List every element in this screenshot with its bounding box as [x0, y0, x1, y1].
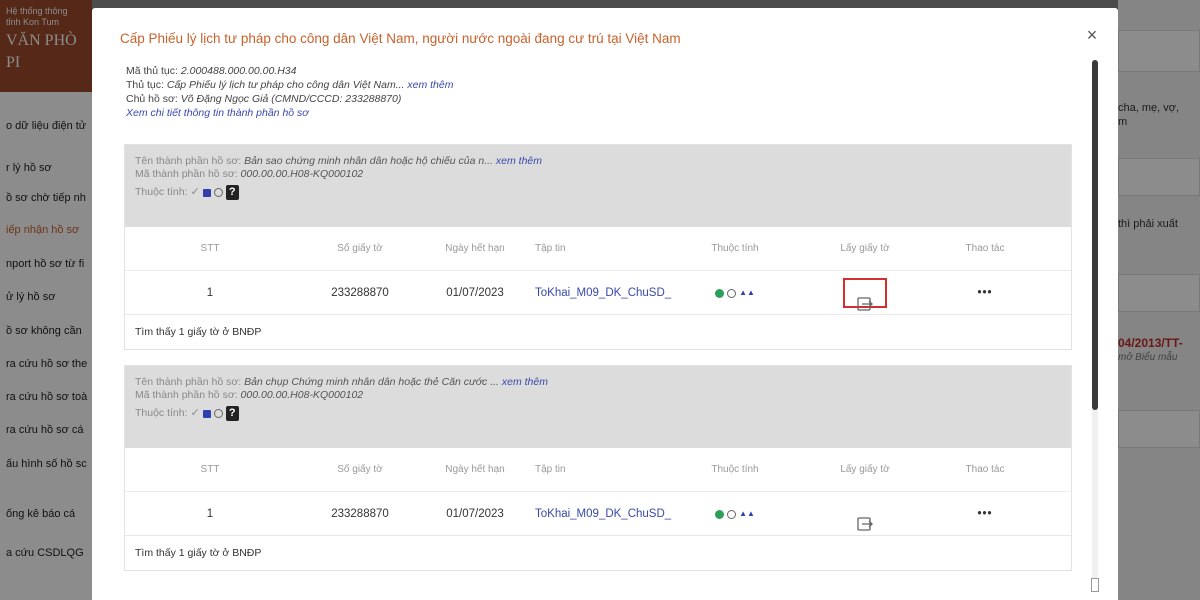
col-doc-number: Số giấy tờ	[337, 243, 383, 254]
cell-expiry: 01/07/2023	[446, 287, 504, 299]
people-icon: ▲▲	[739, 509, 755, 518]
cell-attrs: ▲▲	[685, 271, 785, 315]
people-icon: ▲▲	[739, 288, 755, 297]
close-icon[interactable]: ×	[1082, 25, 1102, 45]
scrollbar-thumb[interactable]	[1092, 60, 1098, 410]
col-actions: Thao tác	[965, 464, 1005, 475]
cell-attrs: ▲▲	[685, 492, 785, 536]
verified-icon	[715, 288, 725, 298]
calendar-icon	[202, 409, 211, 418]
component-name-label: Tên thành phần hồ sơ:	[135, 155, 242, 167]
component-modal: Cấp Phiếu lý lịch tư pháp cho công dân V…	[92, 8, 1118, 600]
col-stt: STT	[200, 464, 220, 475]
cell-get-doc	[815, 492, 915, 536]
export-icon	[857, 517, 873, 531]
component-attrs-label: Thuộc tính:	[135, 407, 188, 419]
get-document-button[interactable]	[856, 506, 874, 531]
col-stt: STT	[200, 243, 220, 254]
component-code-label: Mã thành phần hồ sơ:	[135, 168, 238, 180]
help-icon[interactable]: ?	[225, 406, 239, 421]
cell-doc-number: 233288870	[331, 287, 389, 299]
component-card: Tên thành phần hồ sơ: Bản sao chứng minh…	[124, 144, 1072, 350]
found-summary: Tìm thấy 1 giấy tờ ở BNĐP	[135, 326, 262, 338]
component-code-value: 000.00.00.H08-KQ000102	[240, 168, 364, 180]
scrollbar-bottom-button[interactable]	[1091, 578, 1099, 592]
globe-icon	[213, 188, 223, 197]
owner-value: Võ Đặng Ngọc Giả (CMND/CCCD: 233288870)	[180, 93, 402, 105]
col-attrs: Thuộc tính	[711, 464, 759, 475]
component-attrs-label: Thuộc tính:	[135, 186, 188, 198]
col-get-doc: Lấy giấy tờ	[840, 464, 890, 475]
col-actions: Thao tác	[965, 243, 1005, 254]
verified-icon	[715, 509, 725, 519]
table-header: STT Số giấy tờ Ngày hết hạn Tập tin Thuộ…	[125, 227, 1071, 271]
component-header: Tên thành phần hồ sơ: Bản sao chứng minh…	[125, 145, 1071, 227]
table-header: STT Số giấy tờ Ngày hết hạn Tập tin Thuộ…	[125, 448, 1071, 492]
table-row: 1 233288870 01/07/2023 ToKhai_M09_DK_Chu…	[125, 492, 1071, 536]
help-icon[interactable]: ?	[225, 185, 239, 200]
get-document-button[interactable]	[843, 277, 887, 311]
cell-stt: 1	[206, 508, 214, 520]
cell-stt: 1	[206, 287, 214, 299]
cell-doc-number: 233288870	[331, 508, 389, 520]
cell-expiry: 01/07/2023	[446, 508, 504, 520]
col-file: Tập tin	[535, 243, 566, 254]
found-summary: Tìm thấy 1 giấy tờ ở BNĐP	[135, 547, 262, 559]
component-detail-link[interactable]: Xem chi tiết thông tin thành phần hồ sơ	[126, 107, 309, 119]
procedure-name-label: Thủ tục:	[126, 79, 164, 91]
col-get-doc: Lấy giấy tờ	[840, 243, 890, 254]
procedure-info: Mã thủ tục: 2.000488.000.00.00.H34 Thủ t…	[126, 64, 454, 120]
globe-icon	[727, 509, 737, 519]
procedure-code-label: Mã thủ tục:	[126, 65, 178, 77]
col-expiry: Ngày hết hạn	[445, 464, 505, 475]
scrollbar[interactable]	[1092, 60, 1098, 590]
component-header: Tên thành phần hồ sơ: Bản chụp Chứng min…	[125, 366, 1071, 448]
component-code-label: Mã thành phần hồ sơ:	[135, 389, 238, 401]
globe-icon	[213, 409, 223, 418]
owner-label: Chủ hồ sơ:	[126, 93, 178, 105]
component-code-value: 000.00.00.H08-KQ000102	[240, 389, 364, 401]
component-name-value: Bản sao chứng minh nhân dân hoặc hộ chiế…	[244, 155, 493, 167]
more-actions-button[interactable]: •••	[935, 492, 1035, 536]
component-card: Tên thành phần hồ sơ: Bản chụp Chứng min…	[124, 365, 1072, 571]
col-attrs: Thuộc tính	[711, 243, 759, 254]
procedure-name-value: Cấp Phiếu lý lịch tư pháp cho công dân V…	[166, 79, 405, 91]
check-icon: ✓	[190, 407, 200, 419]
file-link[interactable]: ToKhai_M09_DK_ChuSD_	[535, 271, 675, 315]
col-file: Tập tin	[535, 464, 566, 475]
component-name-value: Bản chụp Chứng minh nhân dân hoặc thẻ Că…	[244, 376, 499, 388]
modal-title: Cấp Phiếu lý lịch tư pháp cho công dân V…	[120, 31, 681, 46]
table-row: 1 233288870 01/07/2023 ToKhai_M09_DK_Chu…	[125, 271, 1071, 315]
component-name-label: Tên thành phần hồ sơ:	[135, 376, 242, 388]
component-see-more-link[interactable]: xem thêm	[502, 376, 548, 388]
more-actions-button[interactable]: •••	[935, 271, 1035, 315]
col-expiry: Ngày hết hạn	[445, 243, 505, 254]
procedure-see-more-link[interactable]: xem thêm	[407, 79, 453, 91]
check-icon: ✓	[190, 186, 200, 198]
col-doc-number: Số giấy tờ	[337, 464, 383, 475]
calendar-icon	[202, 188, 211, 197]
export-icon	[857, 297, 873, 311]
component-see-more-link[interactable]: xem thêm	[496, 155, 542, 167]
globe-icon	[727, 288, 737, 298]
file-link[interactable]: ToKhai_M09_DK_ChuSD_	[535, 492, 675, 536]
procedure-code-value: 2.000488.000.00.00.H34	[180, 65, 297, 77]
cell-get-doc	[815, 271, 915, 315]
